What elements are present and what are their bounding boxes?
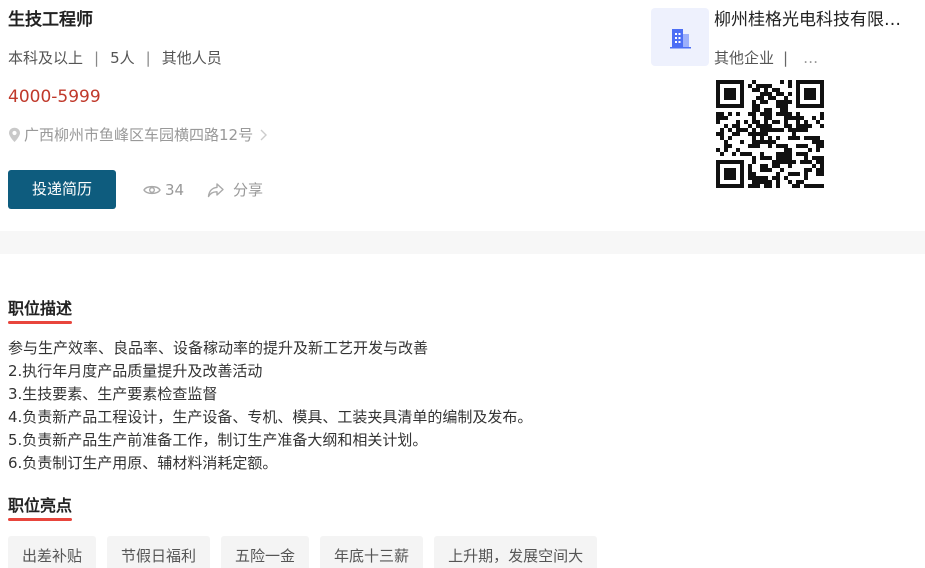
share-label: 分享 (233, 181, 264, 199)
description-line: 4.负责新产品工程设计，生产设备、专机、模具、工装夹具清单的编制及发布。 (8, 408, 533, 426)
building-icon (670, 29, 691, 49)
highlight-tag: 节假日福利 (107, 536, 211, 568)
description-line: 6.负责制订生产用原、辅材料消耗定额。 (8, 454, 278, 472)
company-meta-more: … (803, 49, 819, 67)
description-title-text: 职位描述 (8, 299, 73, 318)
description-line: 参与生产效率、良品率、设备稼动率的提升及新工艺开发与改善 (8, 339, 429, 357)
highlight-tag: 上升期，发展空间大 (434, 536, 598, 568)
title-underline (8, 321, 73, 324)
highlight-tag: 五险一金 (221, 536, 310, 568)
meta-separator: | (94, 49, 100, 67)
share-button[interactable]: 分享 (207, 180, 263, 200)
job-category: 其他人员 (161, 49, 222, 67)
title-underline (8, 518, 73, 521)
share-icon (207, 183, 224, 198)
qr-code-icon (716, 80, 824, 188)
location-pin-icon (9, 127, 20, 142)
section-divider (0, 231, 925, 254)
job-description: 参与生产效率、良品率、设备稼动率的提升及新工艺开发与改善 2.执行年月度产品质量… (8, 337, 908, 475)
job-salary: 4000-5999 (8, 87, 101, 107)
description-line: 2.执行年月度产品质量提升及改善活动 (8, 362, 263, 380)
description-title: 职位描述 (8, 298, 73, 324)
highlight-tag: 年底十三薪 (320, 536, 424, 568)
description-line: 3.生技要素、生产要素检查监督 (8, 385, 218, 403)
company-type: 其他企业 (714, 49, 775, 67)
job-headcount: 5人 (110, 49, 135, 67)
job-detail-page: 生技工程师 本科及以上 | 5人 | 其他人员 4000-5999 广西柳州市鱼峰区车园… (0, 0, 925, 568)
company-meta: 其他企业 | … (714, 47, 818, 69)
view-count: 34 (143, 180, 184, 200)
chevron-right-icon (260, 129, 268, 141)
meta-separator: | (145, 49, 151, 67)
job-meta: 本科及以上 | 5人 | 其他人员 (8, 47, 222, 69)
company-name[interactable]: 柳州桂格光电科技有限公司 (714, 8, 904, 32)
company-logo[interactable] (651, 8, 709, 66)
highlights-title: 职位亮点 (8, 495, 73, 521)
view-count-value: 34 (165, 181, 185, 199)
job-address[interactable]: 广西柳州市鱼峰区车园横四路12号 (8, 124, 268, 146)
highlights-title-text: 职位亮点 (8, 496, 73, 515)
highlight-tag: 出差补贴 (8, 536, 97, 568)
meta-separator: | (783, 49, 789, 67)
job-education: 本科及以上 (8, 49, 84, 67)
description-line: 5.负责新产品生产前准备工作，制订生产准备大纲和相关计划。 (8, 431, 428, 449)
highlight-tags: 出差补贴 节假日福利 五险一金 年底十三薪 上升期，发展空间大 (8, 536, 608, 568)
job-title: 生技工程师 (8, 10, 93, 30)
apply-button[interactable]: 投递简历 (8, 170, 116, 209)
address-text: 广西柳州市鱼峰区车园横四路12号 (24, 126, 254, 144)
eye-icon (143, 185, 161, 195)
